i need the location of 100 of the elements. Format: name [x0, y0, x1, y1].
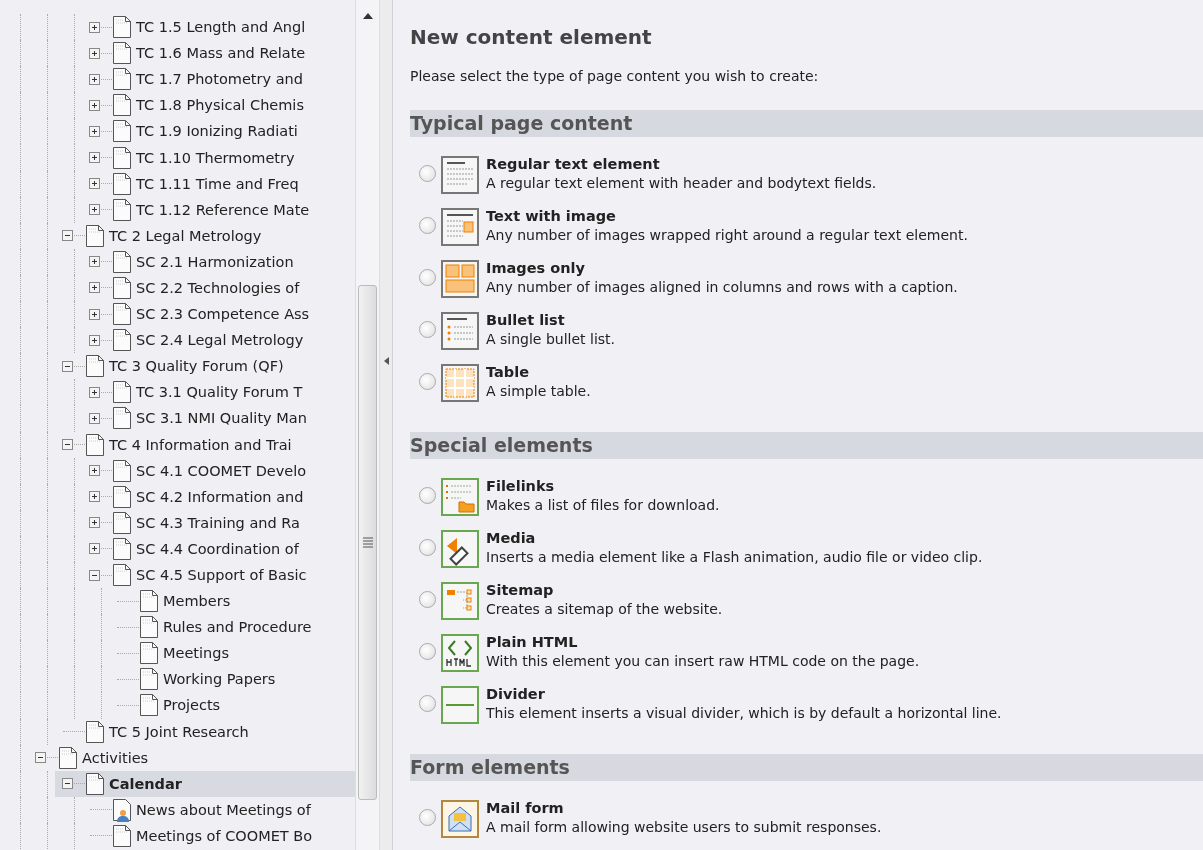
expand-toggle[interactable]	[89, 125, 100, 137]
radio-button[interactable]	[419, 809, 436, 826]
tree-item-label: TC 1.9 Ionizing Radiati	[136, 123, 298, 140]
expand-toggle[interactable]	[89, 543, 100, 555]
radio-button[interactable]	[419, 321, 436, 338]
tree-item[interactable]: SC 4.1 COOMET Develo	[112, 457, 355, 484]
tree-item[interactable]: TC 1.10 Thermometry	[112, 144, 355, 171]
tree-item[interactable]: TC 5 Joint Research	[85, 718, 355, 745]
tree-item[interactable]: TC 1.9 Ionizing Radiati	[112, 118, 355, 145]
page-icon	[112, 15, 132, 40]
tree-item[interactable]: TC 1.8 Physical Chemis	[112, 92, 355, 119]
expand-toggle[interactable]	[89, 204, 100, 216]
page-icon	[139, 641, 159, 666]
tree-item[interactable]: News about Meetings of	[112, 796, 355, 823]
expand-toggle[interactable]	[89, 21, 100, 33]
page-icon	[112, 406, 132, 431]
textpic-element-icon	[441, 208, 479, 246]
tree-item-label: SC 4.2 Information and	[136, 488, 304, 505]
page-icon	[85, 223, 105, 248]
expand-toggle[interactable]	[89, 178, 100, 190]
tree-item[interactable]: Meetings	[139, 640, 355, 667]
page-icon	[112, 458, 132, 483]
collapse-toggle[interactable]	[89, 569, 100, 581]
page-icon	[112, 197, 132, 222]
tree-item[interactable]: Meetings of COOMET Bo	[112, 822, 355, 849]
expand-toggle[interactable]	[89, 47, 100, 59]
page-icon	[112, 171, 132, 196]
collapse-toggle[interactable]	[62, 360, 73, 372]
tree-item[interactable]: TC 1.12 Reference Mate	[112, 196, 355, 223]
expand-toggle[interactable]	[89, 73, 100, 85]
collapse-toggle[interactable]	[62, 778, 73, 790]
expand-toggle[interactable]	[89, 465, 100, 477]
table-element-icon	[441, 364, 479, 402]
tree-item[interactable]: Rules and Procedure	[139, 614, 355, 641]
tree-item[interactable]: TC 1.11 Time and Freq	[112, 170, 355, 197]
radio-button[interactable]	[419, 165, 436, 182]
element-type-title: Text with image	[486, 207, 617, 225]
radio-button[interactable]	[419, 695, 436, 712]
tree-item-label: TC 1.10 Thermometry	[136, 149, 295, 166]
tree-item-label: SC 4.3 Training and Ra	[136, 514, 300, 531]
tree-item[interactable]: SC 2.2 Technologies of	[112, 275, 355, 301]
radio-button[interactable]	[419, 217, 436, 234]
element-type-description: A mail form allowing website users to submit responses.	[486, 818, 882, 837]
tree-item[interactable]: TC 1.5 Length and Angl	[112, 14, 355, 41]
tree-item[interactable]: Projects	[139, 692, 355, 719]
tree-item[interactable]: TC 1.6 Mass and Relate	[112, 40, 355, 67]
page-icon	[112, 328, 132, 353]
tree-item[interactable]: SC 2.1 Harmonization	[112, 248, 355, 275]
radio-button[interactable]	[419, 539, 436, 556]
tree-item[interactable]: Working Papers	[139, 666, 355, 693]
user-page-icon	[112, 797, 132, 822]
expand-toggle[interactable]	[89, 412, 100, 424]
expand-toggle[interactable]	[89, 282, 100, 294]
tree-item[interactable]: SC 2.3 Competence Ass	[112, 301, 355, 328]
tree-item-label: Rules and Procedure	[163, 619, 312, 636]
expand-toggle[interactable]	[89, 256, 100, 268]
radio-button[interactable]	[419, 591, 436, 608]
expand-toggle[interactable]	[89, 334, 100, 346]
collapse-toggle[interactable]	[35, 752, 46, 764]
tree-item[interactable]: TC 2 Legal Metrology	[85, 222, 355, 249]
collapse-toggle[interactable]	[62, 230, 73, 242]
tree-item-label: Projects	[163, 697, 221, 714]
element-type-title: Images only	[486, 259, 586, 277]
tree-item[interactable]: TC 3.1 Quality Forum T	[112, 379, 355, 406]
page-icon	[85, 354, 105, 379]
tree-item[interactable]: SC 4.4 Coordination of	[112, 535, 355, 562]
tree-item[interactable]: SC 3.1 NMI Quality Man	[112, 405, 355, 432]
element-type-title: Table	[486, 363, 530, 381]
page-icon	[139, 693, 159, 718]
scrollbar-thumb[interactable]	[358, 285, 377, 800]
radio-button[interactable]	[419, 373, 436, 390]
expand-toggle[interactable]	[89, 308, 100, 320]
section-header: Typical page content	[410, 110, 1203, 137]
collapse-toggle[interactable]	[62, 439, 73, 451]
page-icon	[112, 276, 132, 300]
tree-item[interactable]: SC 4.2 Information and	[112, 483, 355, 510]
expand-toggle[interactable]	[89, 386, 100, 398]
scrollbar[interactable]	[355, 0, 380, 850]
tree-item[interactable]: TC 4 Information and Trai	[85, 431, 355, 458]
tree-item[interactable]: SC 2.4 Legal Metrology	[112, 327, 355, 354]
tree-item[interactable]: TC 3 Quality Forum (QF)	[85, 353, 355, 380]
tree-item[interactable]: Activities	[58, 744, 355, 771]
radio-button[interactable]	[419, 643, 436, 660]
expand-toggle[interactable]	[89, 517, 100, 529]
tree-item[interactable]: TC 1.7 Photometry and	[112, 66, 355, 93]
tree-item[interactable]: SC 4.5 Support of Basic	[112, 562, 355, 588]
radio-button[interactable]	[419, 487, 436, 504]
tree-item-label: TC 2 Legal Metrology	[109, 227, 262, 244]
expand-toggle[interactable]	[89, 152, 100, 163]
expand-toggle[interactable]	[89, 491, 100, 503]
tree-item-label: Meetings of COOMET Bo	[136, 827, 313, 844]
radio-button[interactable]	[419, 269, 436, 286]
tree-item[interactable]: SC 4.3 Training and Ra	[112, 509, 355, 536]
scroll-up-icon[interactable]	[362, 12, 373, 19]
element-type-title: Mail form	[486, 799, 565, 817]
collapse-left-icon[interactable]	[383, 357, 389, 365]
page-icon	[112, 380, 132, 405]
tree-item[interactable]: Members	[139, 588, 355, 615]
tree-item-label: Members	[163, 593, 231, 610]
expand-toggle[interactable]	[89, 99, 100, 111]
